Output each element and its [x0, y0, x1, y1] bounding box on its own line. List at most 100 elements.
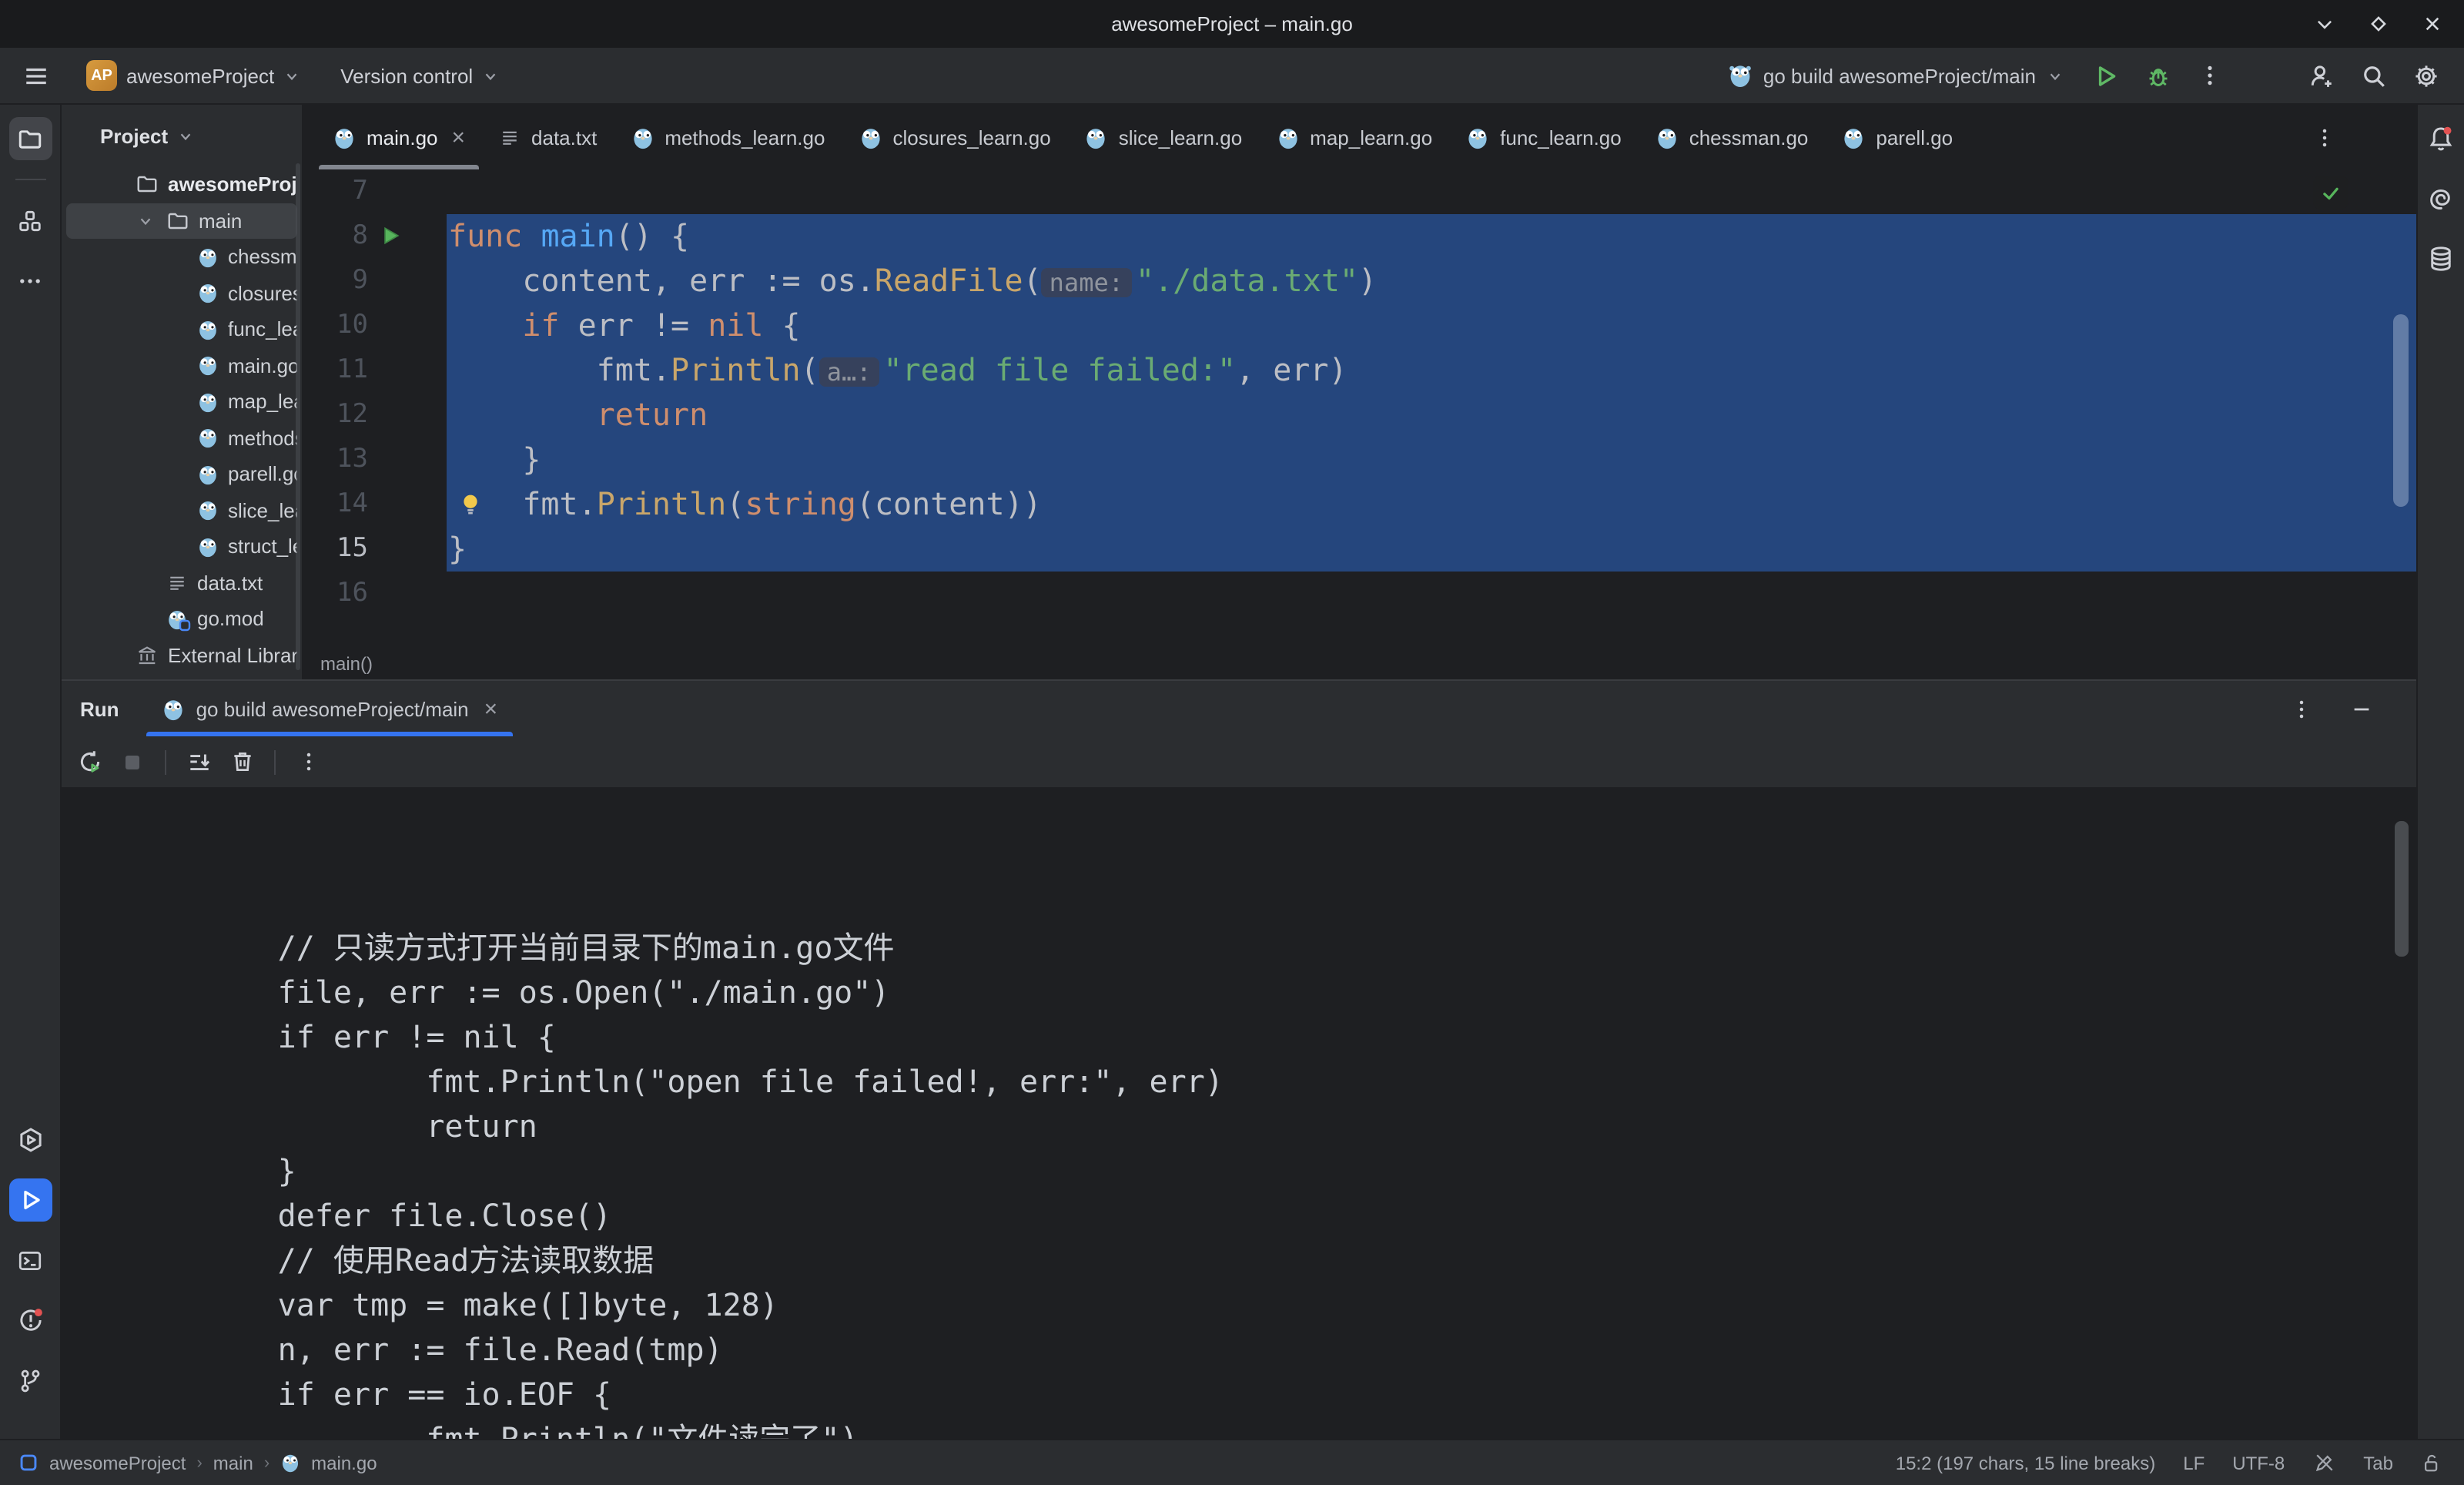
- tree-item-chessman.go[interactable]: chessman.go: [66, 239, 297, 275]
- editor-line-13[interactable]: 13 }: [303, 437, 2416, 482]
- stop-icon[interactable]: [114, 743, 151, 780]
- database-icon[interactable]: [2419, 237, 2462, 280]
- tab-main.go[interactable]: main.go ×: [316, 105, 482, 169]
- tree-item-awesomeProject[interactable]: awesomeProject~/Gola: [66, 166, 297, 203]
- tab-closures_learn.go[interactable]: closures_learn.go: [842, 105, 1067, 169]
- gutter[interactable]: [368, 303, 447, 348]
- more-vertical-icon[interactable]: [2290, 697, 2313, 720]
- editor-line-14[interactable]: 14 fmt.Println(string(content)): [303, 482, 2416, 527]
- run-configuration-selector[interactable]: go build awesomeProject/main: [1719, 59, 2073, 92]
- maximize-icon[interactable]: [2369, 14, 2389, 34]
- terminal-tool-icon[interactable]: [8, 1239, 52, 1282]
- tab-func_learn.go[interactable]: func_learn.go: [1449, 105, 1639, 169]
- gutter[interactable]: [368, 572, 447, 616]
- gutter[interactable]: [368, 527, 447, 572]
- tree-item-go.mod[interactable]: go.mod: [66, 601, 297, 637]
- close-icon[interactable]: ×: [484, 696, 498, 722]
- unlock-icon[interactable]: [2421, 1452, 2442, 1473]
- code-text[interactable]: func main() {: [447, 214, 2416, 259]
- settings-icon[interactable]: [2405, 55, 2446, 96]
- console-scrollbar[interactable]: [2395, 821, 2409, 957]
- code-text[interactable]: [447, 572, 2416, 616]
- more-actions-icon[interactable]: [2190, 55, 2230, 96]
- chevron-down-icon[interactable]: [137, 213, 154, 230]
- status-breadcrumb-file[interactable]: main.go: [311, 1452, 377, 1473]
- hamburger-menu-icon[interactable]: [15, 55, 55, 96]
- gutter[interactable]: [368, 348, 447, 393]
- status-breadcrumb-folder[interactable]: main: [213, 1452, 253, 1473]
- editor-line-16[interactable]: 16: [303, 572, 2416, 616]
- git-branch-tool-icon[interactable]: [8, 1359, 52, 1402]
- notifications-icon[interactable]: [2419, 117, 2462, 160]
- gutter[interactable]: [368, 169, 447, 214]
- code-text[interactable]: }: [447, 527, 2416, 572]
- vcs-widget[interactable]: Version control: [331, 58, 508, 93]
- file-encoding[interactable]: UTF-8: [2232, 1452, 2285, 1473]
- pencil-slash-icon[interactable]: [2312, 1451, 2335, 1474]
- close-icon[interactable]: ×: [452, 126, 466, 149]
- gutter[interactable]: [368, 437, 447, 482]
- project-panel-header[interactable]: Project: [62, 105, 302, 166]
- rerun-icon[interactable]: [71, 743, 108, 780]
- code-editor[interactable]: 7 8 func main() {9 content, err := os.Read…: [303, 169, 2416, 647]
- editor-line-9[interactable]: 9 content, err := os.ReadFile(name: "./da…: [303, 259, 2416, 303]
- tree-item-parell.go[interactable]: parell.go: [66, 456, 297, 492]
- scroll-to-end-icon[interactable]: [180, 743, 217, 780]
- more-tool-windows-icon[interactable]: [8, 259, 52, 302]
- status-breadcrumb-project[interactable]: awesomeProject: [49, 1452, 186, 1473]
- code-text[interactable]: content, err := os.ReadFile(name: "./data…: [447, 259, 2416, 303]
- tab-methods_learn.go[interactable]: methods_learn.go: [614, 105, 842, 169]
- code-text[interactable]: fmt.Println(a…: "read file failed:", err): [447, 348, 2416, 393]
- close-icon[interactable]: [2422, 14, 2442, 34]
- editor-line-11[interactable]: 11 fmt.Println(a…: "read file failed:", e…: [303, 348, 2416, 393]
- breadcrumb[interactable]: main(): [320, 652, 373, 674]
- caret-position[interactable]: 15:2 (197 chars, 15 line breaks): [1896, 1452, 2156, 1473]
- clear-all-icon[interactable]: [223, 743, 260, 780]
- tree-item-struct_learn.go[interactable]: struct_learn.go: [66, 528, 297, 565]
- run-gutter-icon[interactable]: [380, 225, 402, 246]
- gutter[interactable]: [368, 214, 447, 259]
- ai-assistant-icon[interactable]: [2419, 177, 2462, 220]
- editor-line-10[interactable]: 10 if err != nil {: [303, 303, 2416, 348]
- run-console[interactable]: // 只读方式打开当前目录下的main.go文件 file, err := os…: [62, 789, 2416, 1439]
- tree-item-methods_learn.go[interactable]: methods_learn.go: [66, 420, 297, 456]
- project-scrollbar[interactable]: [296, 163, 300, 670]
- problems-tool-icon[interactable]: [8, 1299, 52, 1342]
- run-tool-icon[interactable]: [8, 1178, 52, 1222]
- editor-line-8[interactable]: 8 func main() {: [303, 214, 2416, 259]
- tab-slice_learn.go[interactable]: slice_learn.go: [1068, 105, 1259, 169]
- tree-item-func_learn.go[interactable]: func_learn.go: [66, 311, 297, 347]
- intention-bulb-icon[interactable]: [459, 491, 482, 516]
- tab-parell.go[interactable]: parell.go: [1825, 105, 1970, 169]
- code-text[interactable]: }: [447, 437, 2416, 482]
- hide-panel-icon[interactable]: [2350, 697, 2373, 720]
- editor-scrollbar[interactable]: [2393, 314, 2409, 507]
- project-tool-icon[interactable]: [8, 117, 52, 160]
- services-tool-icon[interactable]: [8, 1118, 52, 1162]
- editor-line-12[interactable]: 12 return: [303, 393, 2416, 437]
- tree-item-slice_learn.go[interactable]: slice_learn.go: [66, 492, 297, 528]
- gutter[interactable]: [368, 482, 447, 527]
- gutter[interactable]: [368, 393, 447, 437]
- editor-breadcrumbs[interactable]: main(): [303, 647, 2416, 679]
- line-separator[interactable]: LF: [2183, 1452, 2205, 1473]
- tree-item-closures_learn.go[interactable]: closures_learn.go: [66, 275, 297, 311]
- tree-item-map_learn.go[interactable]: map_learn.go: [66, 384, 297, 420]
- search-icon[interactable]: [2353, 55, 2393, 96]
- code-text[interactable]: fmt.Println(string(content)): [447, 482, 2416, 527]
- add-user-icon[interactable]: [2301, 55, 2341, 96]
- run-tab[interactable]: go build awesomeProject/main ×: [146, 681, 514, 736]
- tree-item-External Libraries[interactable]: External Libraries: [66, 637, 297, 673]
- tab-chessman.go[interactable]: chessman.go: [1639, 105, 1826, 169]
- tree-item-main.go[interactable]: main.go: [66, 347, 297, 384]
- indent-style[interactable]: Tab: [2363, 1452, 2393, 1473]
- run-button[interactable]: [2085, 55, 2125, 96]
- tree-item-data.txt[interactable]: data.txt: [66, 565, 297, 601]
- project-widget[interactable]: AP awesomeProject: [77, 54, 310, 97]
- tab-map_learn.go[interactable]: map_learn.go: [1259, 105, 1449, 169]
- debug-button[interactable]: [2138, 55, 2178, 96]
- gutter[interactable]: [368, 259, 447, 303]
- editor-line-7[interactable]: 7: [303, 169, 2416, 214]
- more-tabs-icon[interactable]: [2313, 105, 2336, 169]
- more-vertical-icon[interactable]: [290, 743, 326, 780]
